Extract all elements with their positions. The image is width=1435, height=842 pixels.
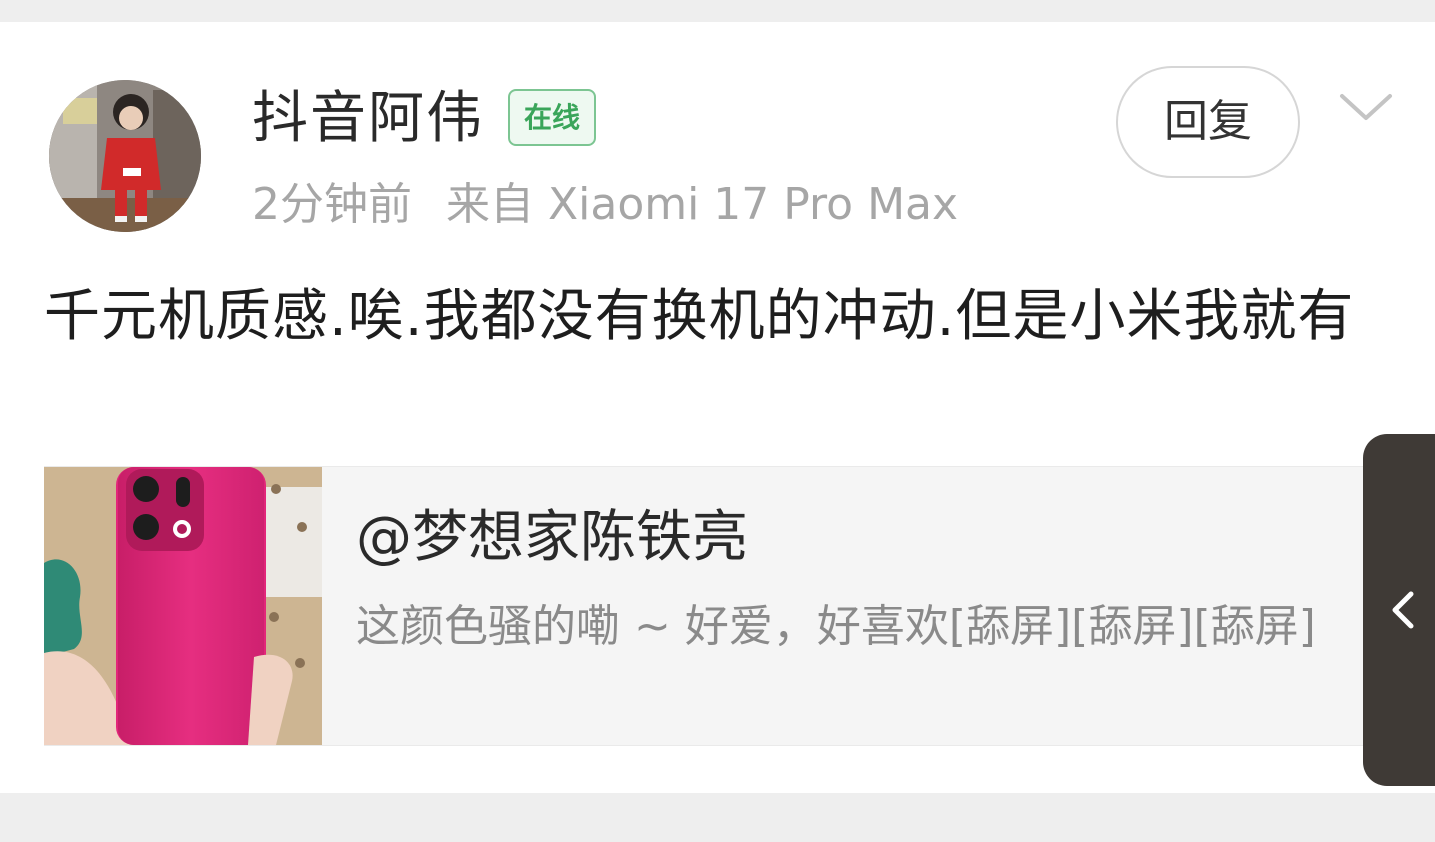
quoted-text: 这颜色骚的嘞 ~ 好爱，好喜欢[舔屏][舔屏][舔屏]	[356, 601, 1316, 652]
avatar[interactable]	[49, 80, 201, 232]
avatar-photo	[49, 80, 201, 232]
reply-button[interactable]: 回复	[1116, 66, 1300, 178]
quoted-author[interactable]: @梦想家陈铁亮	[356, 503, 748, 573]
quoted-post[interactable]: @梦想家陈铁亮 这颜色骚的嘞 ~ 好爱，好喜欢[舔屏][舔屏][舔屏]	[44, 466, 1435, 746]
post-source-device: 来自 Xiaomi 17 Pro Max	[446, 179, 959, 230]
online-status-badge: 在线	[508, 89, 596, 146]
chevron-down-icon[interactable]	[1336, 88, 1396, 128]
post-meta: 2分钟前 来自 Xiaomi 17 Pro Max	[252, 176, 958, 234]
username[interactable]: 抖音阿伟	[252, 84, 484, 154]
side-drawer-handle[interactable]	[1363, 434, 1435, 786]
post-time: 2分钟前	[252, 179, 412, 230]
chevron-left-icon	[1392, 591, 1414, 629]
quoted-post-thumbnail[interactable]	[44, 467, 322, 745]
post-text: 千元机质感.唉.我都没有换机的冲动.但是小米我就有	[44, 284, 1355, 349]
pink-phone-photo	[44, 467, 322, 745]
